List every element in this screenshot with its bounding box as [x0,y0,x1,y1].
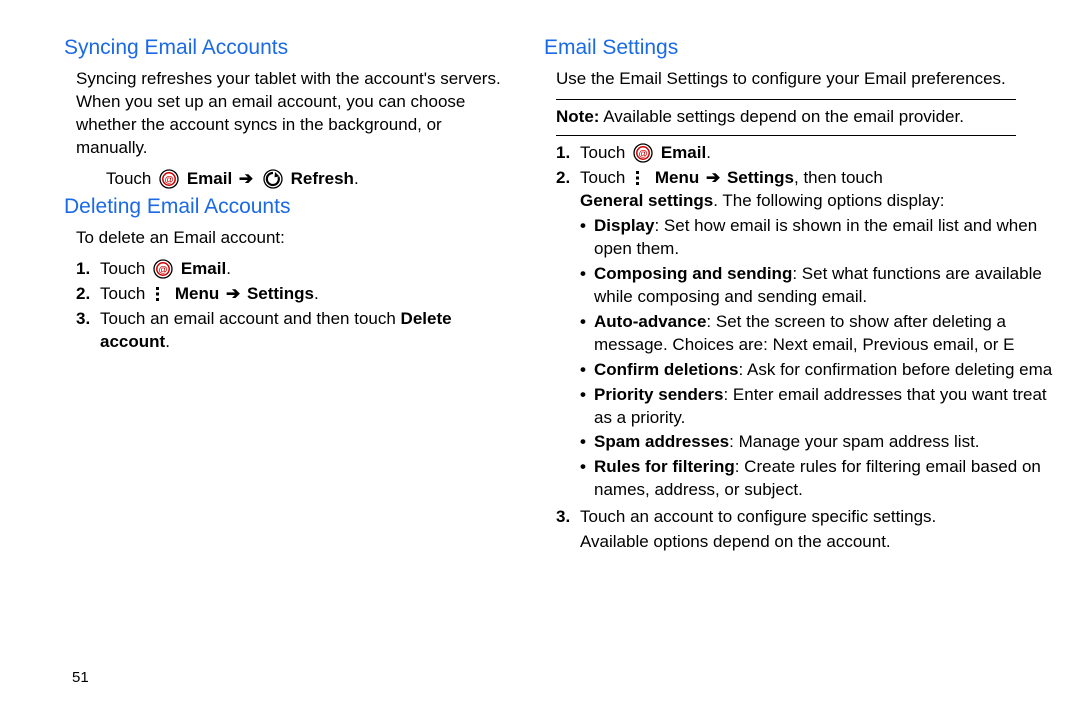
step3-text: Touch an account to configure specific s… [580,506,1064,529]
bullet-label: Auto-advance [594,312,706,331]
svg-text:@: @ [639,148,648,158]
delete-intro: To delete an Email account: [76,227,516,250]
step-number: 2. [556,167,580,190]
email-icon: @ [633,143,653,163]
heading-deleting: Deleting Email Accounts [64,193,516,221]
bullet-display: • Display: Set how email is shown in the… [580,215,1064,261]
bullet-label: Composing and sending [594,264,792,283]
bullet-label: Spam addresses [594,432,729,451]
left-column: Syncing Email Accounts Syncing refreshes… [64,34,544,720]
avail-text: Available options depend on the account. [580,531,1064,554]
settings-label: Settings [727,168,794,187]
settings-label: Settings [247,284,314,303]
divider [556,135,1016,136]
menu-icon [153,285,167,303]
bullet-icon: • [580,263,594,286]
settings-step-3: 3. Touch an account to configure specifi… [556,506,1064,529]
bullet-label: Priority senders [594,385,723,404]
delete-step-1: 1. Touch @ Email. [76,258,516,281]
divider [556,99,1016,100]
bullet-composing: • Composing and sending: Set what functi… [580,263,1064,309]
refresh-label: Refresh [291,169,354,188]
bullet-label: Display [594,216,654,235]
delete-step-2: 2. Touch Menu ➔ Settings. [76,283,516,306]
page-number: 51 [72,669,89,686]
heading-syncing: Syncing Email Accounts [64,34,516,62]
email-label: Email [181,259,226,278]
bullet-icon: • [580,215,594,238]
note-label: Note: [556,107,599,126]
sync-body: Syncing refreshes your tablet with the a… [76,68,516,160]
touch-label: Touch [580,168,630,187]
step-number: 2. [76,283,100,306]
bullet-text: : Set how email is shown in the email li… [594,216,1037,258]
general-settings-label: General settings [580,191,713,210]
settings-step-2: 2. Touch Menu ➔ Settings, then touch Gen… [556,167,1064,213]
refresh-icon [263,169,283,189]
bullet-label: Confirm deletions [594,360,739,379]
bullet-icon: • [580,384,594,407]
period: . [165,332,170,351]
menu-label: Menu [655,168,699,187]
menu-icon [633,169,647,187]
step-number: 3. [76,308,100,331]
bullet-rules: • Rules for filtering: Create rules for … [580,456,1064,502]
step3-text-a: Touch an email account and then touch [100,309,401,328]
arrow-icon: ➔ [224,283,242,306]
settings-intro: Use the Email Settings to configure your… [556,68,1064,91]
email-icon: @ [153,259,173,279]
bullet-icon: • [580,359,594,382]
touch-label: Touch [100,259,150,278]
bullet-icon: • [580,456,594,479]
touch-label: Touch [580,143,630,162]
step-number: 3. [556,506,580,529]
right-column: Email Settings Use the Email Settings to… [544,34,1064,720]
period: . [354,169,359,188]
manual-page: Syncing Email Accounts Syncing refreshes… [0,0,1080,720]
available-note: Available options depend on the account. [556,531,1064,554]
bullet-icon: • [580,431,594,454]
then-text: , then touch [794,168,883,187]
bullet-text: : Manage your spam address list. [729,432,979,451]
period: . [226,259,231,278]
arrow-icon: ➔ [237,168,255,191]
touch-label: Touch [100,284,150,303]
menu-label: Menu [175,284,219,303]
heading-email-settings: Email Settings [544,34,1064,62]
email-label: Email [187,169,232,188]
bullet-label: Rules for filtering [594,457,735,476]
note-block: Note: Available settings depend on the e… [556,106,1064,129]
step2-tail: . The following options display: [713,191,944,210]
email-label: Email [661,143,706,162]
sync-instruction: Touch @ Email ➔ Refresh. [106,168,516,191]
bullet-icon: • [580,311,594,334]
arrow-icon: ➔ [704,167,722,190]
period: . [314,284,319,303]
svg-text:@: @ [159,264,168,274]
bullet-spam: • Spam addresses: Manage your spam addre… [580,431,1064,454]
svg-text:@: @ [165,174,174,184]
bullet-confirm-deletions: • Confirm deletions: Ask for confirmatio… [580,359,1064,382]
step-number: 1. [76,258,100,281]
bullet-text: : Ask for confirmation before deleting e… [739,360,1053,379]
touch-label: Touch [106,169,156,188]
bullet-priority-senders: • Priority senders: Enter email addresse… [580,384,1064,430]
step-number: 1. [556,142,580,165]
delete-step-3: 3. Touch an email account and then touch… [76,308,516,354]
bullet-auto-advance: • Auto-advance: Set the screen to show a… [580,311,1064,357]
note-text: Available settings depend on the email p… [599,107,964,126]
email-icon: @ [159,169,179,189]
settings-step-1: 1. Touch @ Email. [556,142,1064,165]
period: . [706,143,711,162]
